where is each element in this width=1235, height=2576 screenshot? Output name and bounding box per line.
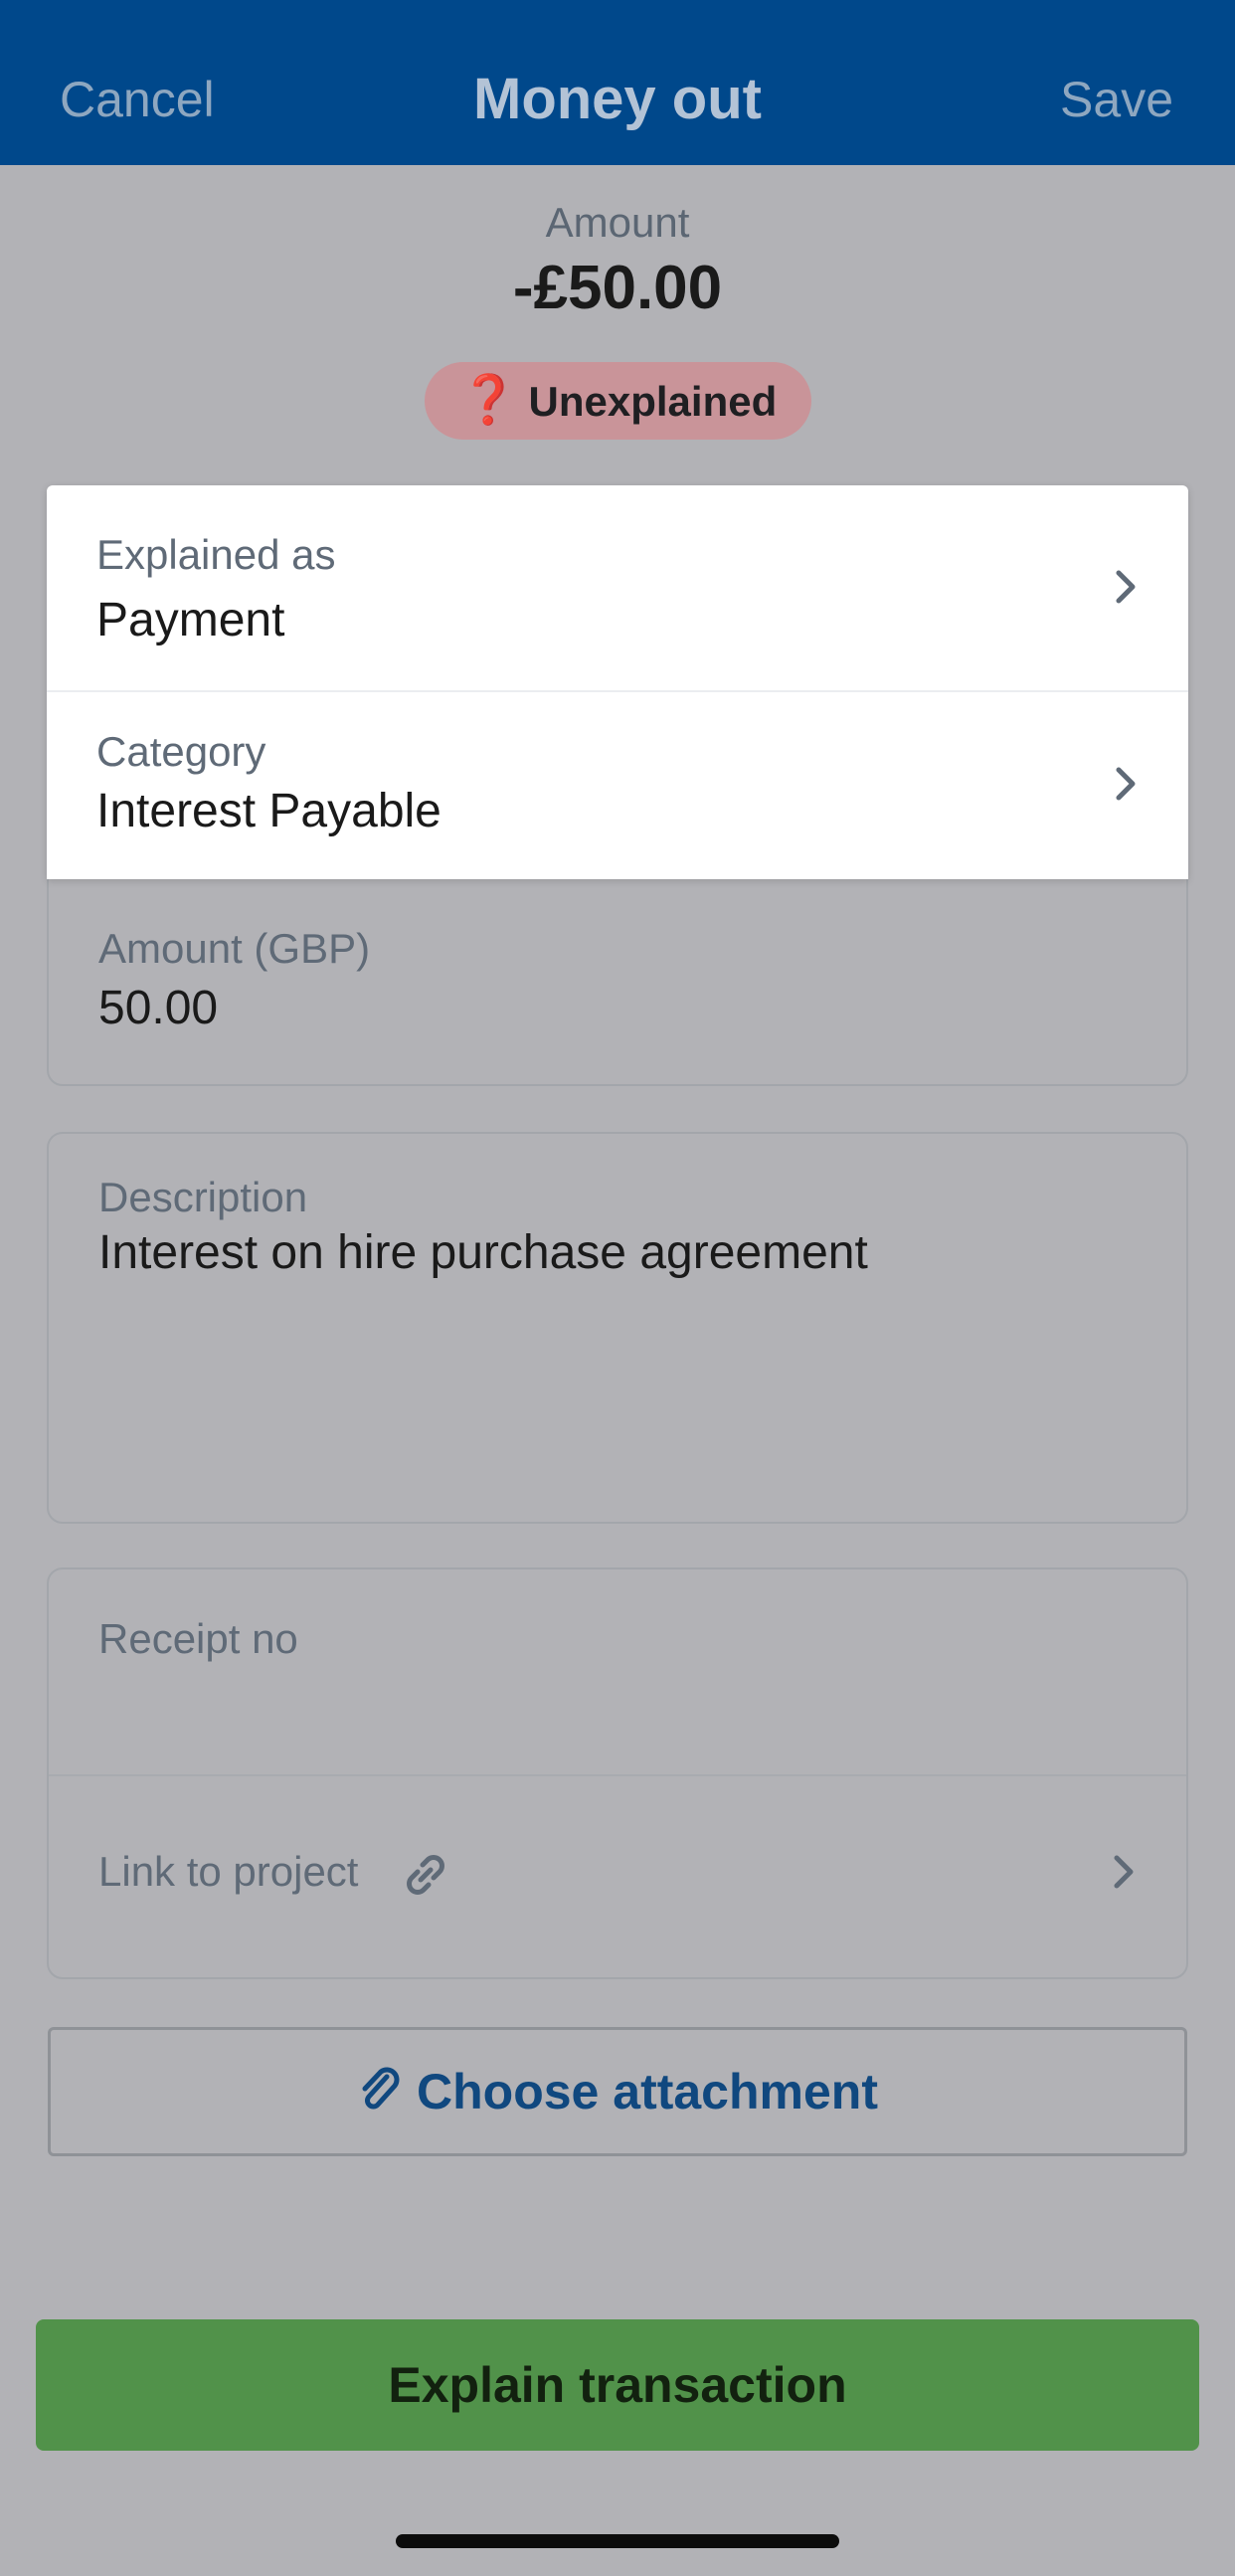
explain-transaction-button[interactable]: Explain transaction [36, 2319, 1199, 2451]
category-label: Category [96, 728, 266, 775]
choose-attachment-button[interactable]: Choose attachment [48, 2027, 1187, 2156]
description-field[interactable]: Description Interest on hire purchase ag… [47, 1132, 1188, 1524]
amount-label: Amount [545, 199, 690, 246]
question-icon: ❓ [458, 374, 519, 427]
receipt-no-label: Receipt no [98, 1615, 298, 1662]
description-label: Description [98, 1174, 308, 1220]
paperclip-icon [362, 2067, 400, 2110]
extra-details-card: Receipt no Link to project [47, 1567, 1188, 1979]
amount-value: -£50.00 [512, 254, 723, 322]
explained-as-row[interactable]: Explained as Payment [47, 485, 1188, 690]
choose-attachment-label: Choose attachment [417, 2064, 878, 2119]
page-title: Money out [473, 67, 762, 131]
link-to-project-label: Link to project [98, 1848, 359, 1895]
save-button[interactable]: Save [1060, 68, 1173, 131]
category-row[interactable]: Category Interest Payable [47, 692, 1188, 879]
amount-gbp-field[interactable]: Amount (GBP) 50.00 [49, 881, 1186, 1086]
receipt-no-field[interactable]: Receipt no [49, 1569, 1186, 1774]
explanation-section: Explained as Payment Category Interest P… [47, 485, 1188, 879]
explained-as-value: Payment [96, 594, 285, 646]
status-badge: ❓ Unexplained [425, 362, 811, 440]
nav-header: Cancel Money out Save [0, 0, 1235, 165]
chevron-right-icon [1116, 570, 1136, 604]
link-to-project-row[interactable]: Link to project [49, 1776, 1186, 1979]
amount-gbp-label: Amount (GBP) [98, 925, 371, 972]
chevron-right-icon [1114, 1855, 1134, 1889]
chevron-right-icon [1116, 767, 1136, 801]
explained-as-label: Explained as [96, 531, 336, 578]
description-input[interactable]: Interest on hire purchase agreement [98, 1225, 868, 1280]
home-indicator [396, 2534, 839, 2548]
status-label: Unexplained [528, 378, 778, 425]
category-value: Interest Payable [96, 785, 441, 837]
amount-gbp-input[interactable]: 50.00 [98, 981, 218, 1035]
link-icon [407, 1855, 444, 1895]
